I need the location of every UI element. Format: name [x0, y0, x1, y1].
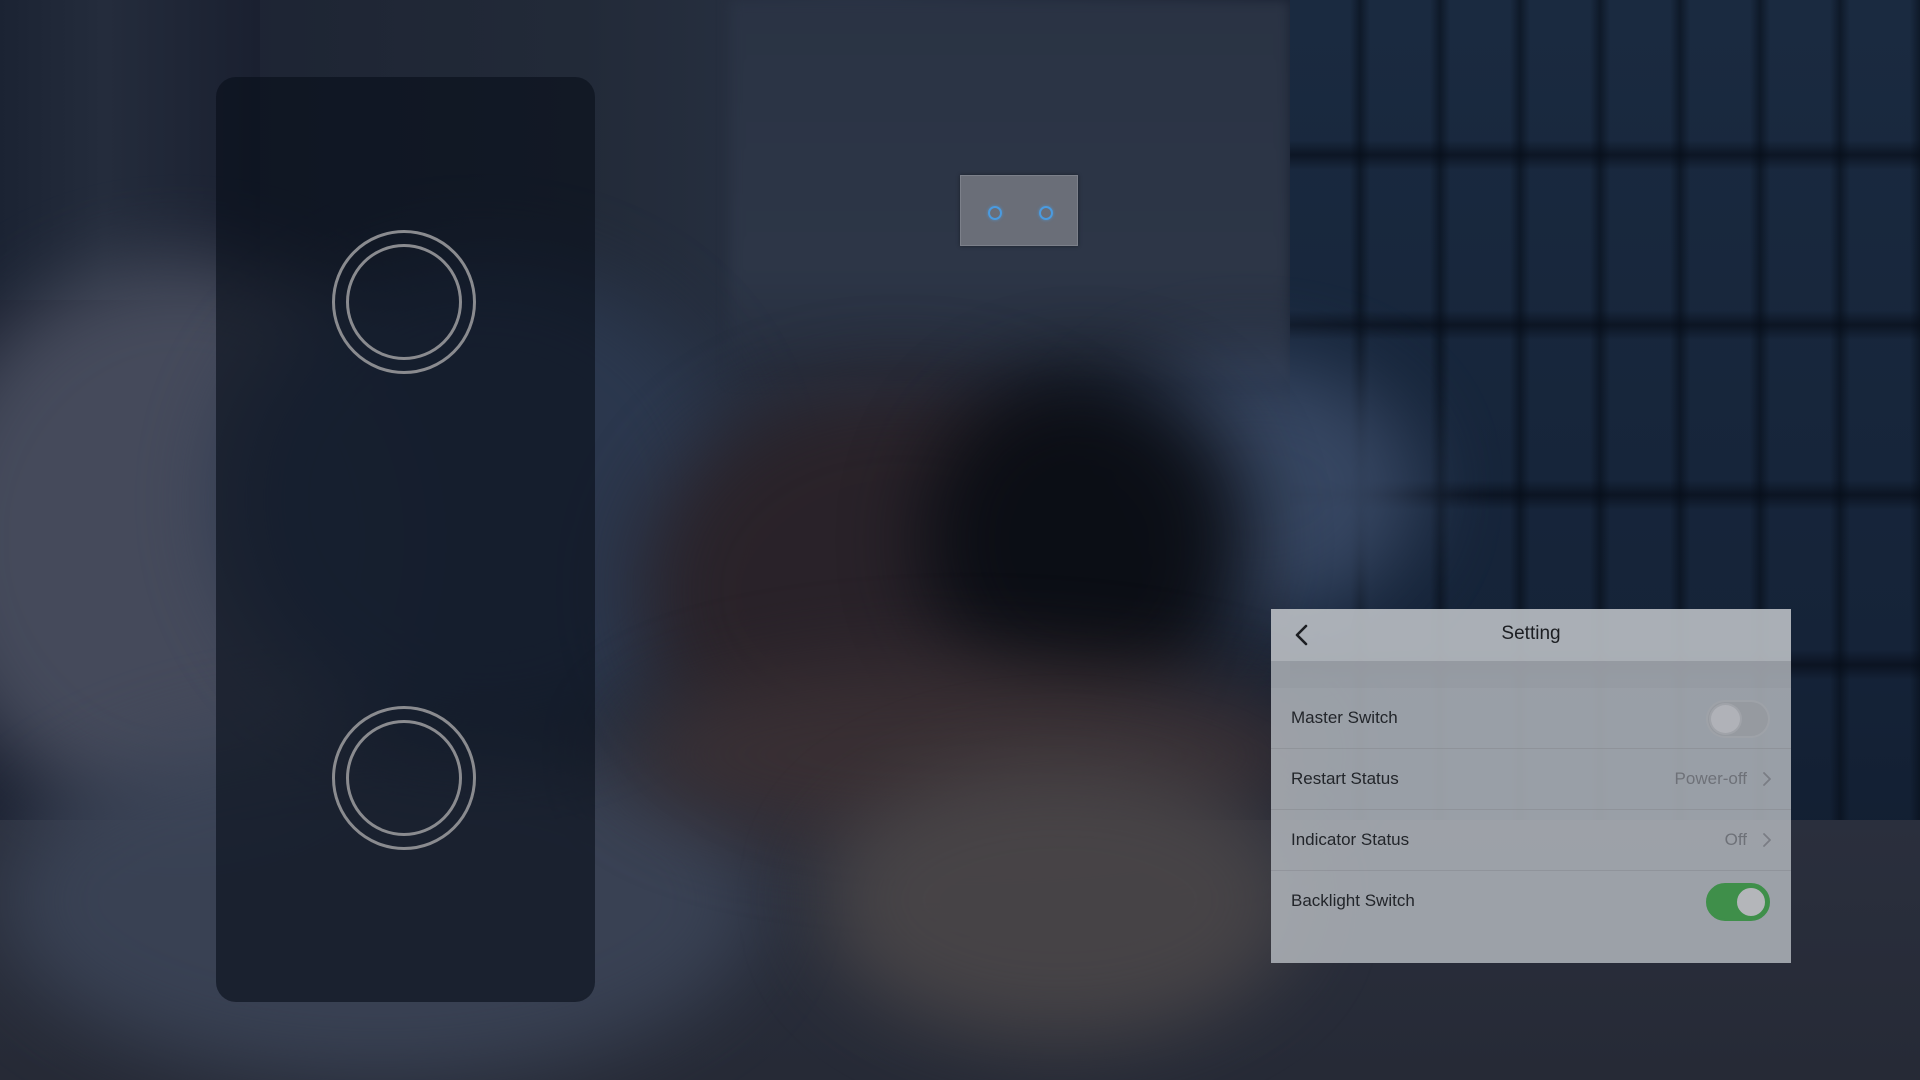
master-switch-toggle[interactable] — [1706, 700, 1770, 738]
chevron-right-icon — [1763, 772, 1771, 786]
restart-status-label: Restart Status — [1291, 769, 1399, 788]
chevron-right-icon — [1763, 833, 1771, 847]
indicator-led-icon — [1039, 206, 1053, 220]
indicator-status-row[interactable]: Indicator Status Off — [1271, 810, 1791, 871]
touch-button-ring-icon — [346, 720, 462, 836]
backlight-switch-toggle[interactable] — [1706, 883, 1770, 921]
toggle-knob — [1735, 886, 1767, 918]
master-switch-row: Master Switch — [1271, 688, 1791, 749]
toggle-knob — [1709, 703, 1742, 735]
backlight-switch-label: Backlight Switch — [1291, 891, 1415, 910]
indicator-status-value: Off — [1724, 830, 1747, 849]
settings-panel: Setting Master Switch Restart Status Pow… — [1271, 609, 1791, 963]
restart-status-value: Power-off — [1674, 769, 1747, 788]
touch-button-2[interactable] — [332, 706, 476, 850]
indicator-led-icon — [988, 206, 1002, 220]
touch-button-ring-icon — [346, 244, 462, 360]
indicator-status-label: Indicator Status — [1291, 830, 1410, 849]
settings-title: Setting — [1501, 623, 1561, 644]
settings-header: Setting — [1271, 609, 1791, 661]
touch-switch-panel — [216, 77, 595, 1002]
wall-switch-preview — [960, 175, 1078, 246]
section-spacer — [1271, 661, 1791, 688]
restart-status-row[interactable]: Restart Status Power-off — [1271, 749, 1791, 810]
backlight-switch-row: Backlight Switch — [1271, 871, 1791, 931]
master-switch-label: Master Switch — [1291, 708, 1398, 727]
background-hair — [920, 370, 1250, 710]
background-pillow-front — [820, 760, 1300, 1040]
touch-button-1[interactable] — [332, 230, 476, 374]
